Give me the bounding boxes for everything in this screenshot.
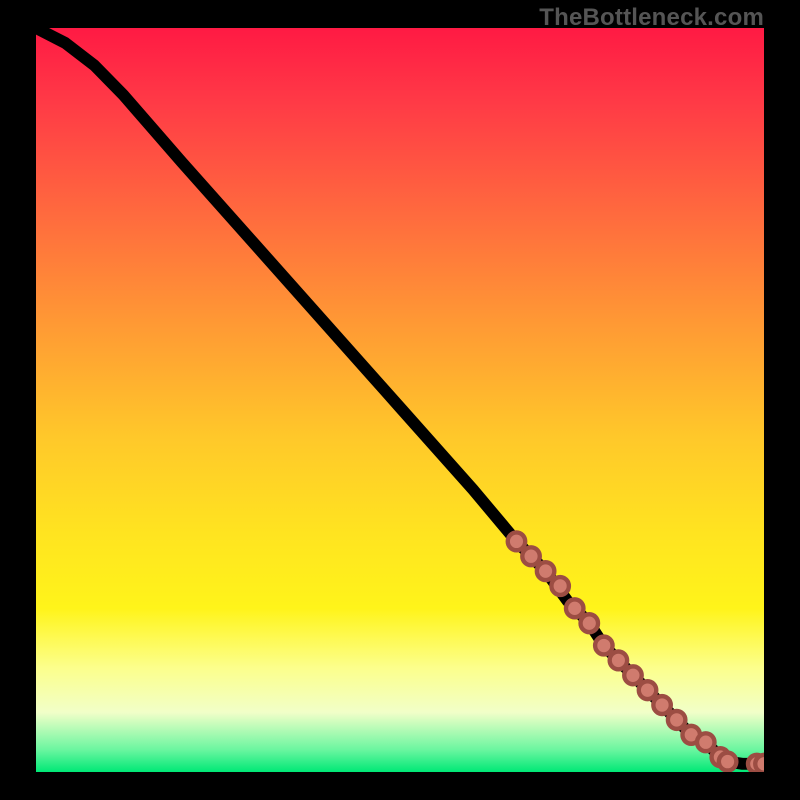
data-marker — [719, 753, 736, 771]
data-marker — [639, 681, 656, 699]
chart-frame: TheBottleneck.com — [0, 0, 800, 800]
data-marker — [755, 755, 764, 772]
chart-svg — [36, 28, 764, 772]
data-marker — [537, 562, 554, 580]
data-marker — [566, 599, 583, 617]
plot-area — [36, 28, 764, 772]
markers-group — [508, 532, 764, 772]
data-marker — [624, 666, 641, 684]
data-marker — [668, 711, 685, 729]
data-marker — [522, 547, 539, 565]
data-marker — [610, 651, 627, 669]
data-marker — [508, 532, 525, 550]
data-marker — [697, 733, 714, 751]
data-marker — [595, 637, 612, 655]
data-marker — [581, 614, 598, 632]
watermark-text: TheBottleneck.com — [539, 4, 764, 32]
curve-path — [36, 28, 764, 764]
data-marker — [551, 577, 568, 595]
data-marker — [653, 696, 670, 714]
